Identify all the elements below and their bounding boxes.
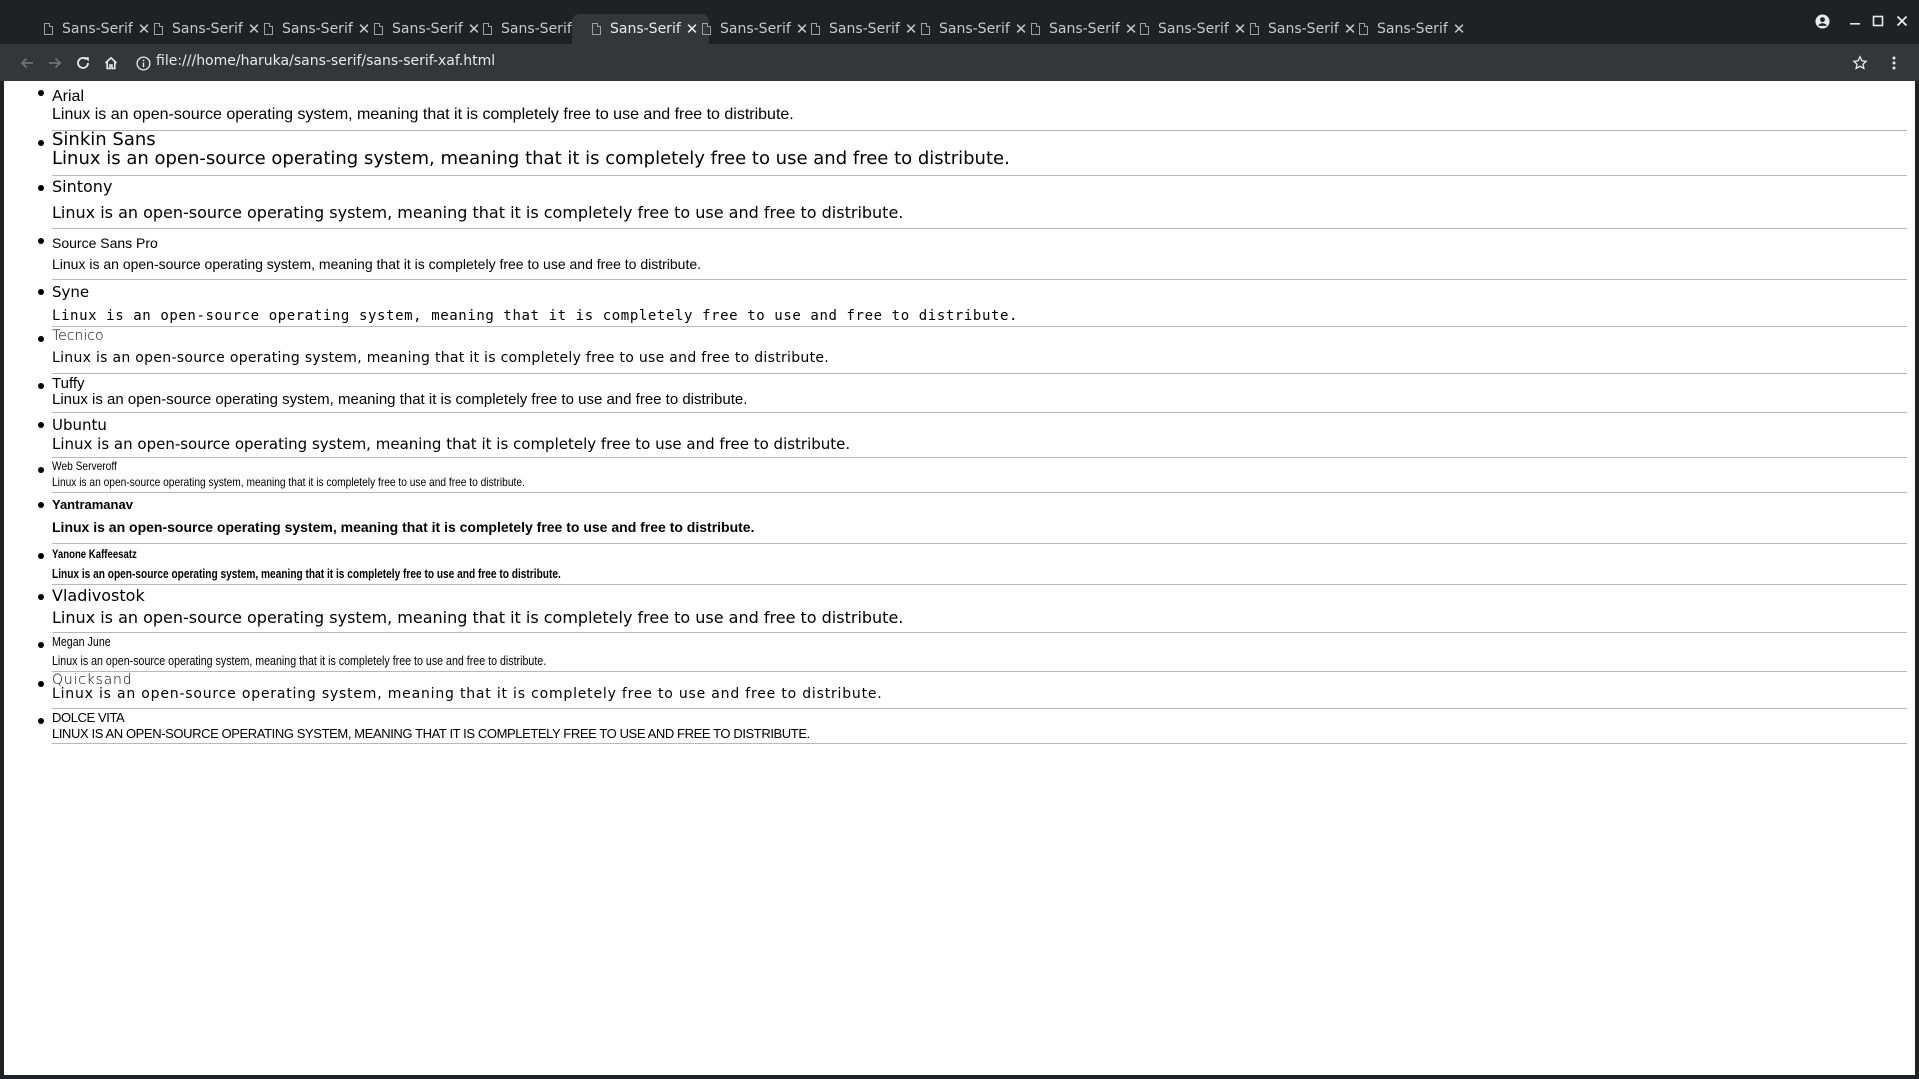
- document-icon: [592, 23, 601, 35]
- font-sample-text: Linux is an open-source operating system…: [52, 350, 830, 366]
- document-icon: [483, 23, 492, 35]
- font-list: Arial Linux is an open-source operating s…: [4, 81, 1915, 744]
- font-list-item: Yanone Kaffeesatz Linux is an open-source…: [38, 544, 1907, 585]
- document-icon: [1140, 23, 1149, 35]
- font-name: Source Sans Pro: [52, 235, 158, 251]
- tab-title: Sans-Serif: [172, 21, 243, 37]
- tab-title: Sans-Serif: [392, 21, 463, 37]
- site-info-button[interactable]: [131, 51, 155, 75]
- font-name: Ubuntu: [52, 416, 107, 434]
- tab-title: Sans-Serif: [1377, 21, 1448, 37]
- font-name: Quicksand: [52, 672, 133, 687]
- back-button[interactable]: [15, 51, 39, 75]
- font-name: Web Serveroff: [52, 459, 117, 473]
- bookmark-star-button[interactable]: [1848, 51, 1872, 75]
- font-list-item: Syne Linux is an open-source operating sy…: [38, 280, 1907, 327]
- font-list-item: Ubuntu Linux is an open-source operating …: [38, 413, 1907, 458]
- star-icon: [1852, 55, 1868, 70]
- document-icon: [1250, 23, 1259, 35]
- tab-title: Sans-Serif: [1268, 21, 1339, 37]
- font-name: Syne: [52, 283, 90, 301]
- font-list-item: Sintony Linux is an open-source operating…: [38, 176, 1907, 229]
- font-name: Arial: [52, 88, 85, 105]
- browser-menu-button[interactable]: [1882, 51, 1906, 75]
- font-list-item: Sinkin Sans Linux is an open-source opera…: [38, 131, 1907, 176]
- document-icon: [44, 23, 53, 35]
- tab-title: Sans-Serif: [501, 21, 572, 37]
- font-list-item: Tecnico Linux is an open-source operating…: [38, 327, 1907, 374]
- tab-title: Sans-Serif: [939, 21, 1010, 37]
- font-list-item: Source Sans Pro Linux is an open-source o…: [38, 229, 1907, 280]
- font-sample-text: Linux is an open-source operating system…: [52, 148, 1010, 169]
- font-list-item: DOLCE VITA LINUX IS AN OPEN-SOURCE OPERAT…: [38, 709, 1907, 744]
- font-sample-text: Linux is an open-source operating system…: [52, 687, 883, 702]
- document-icon: [374, 23, 383, 35]
- font-name: Yanone Kaffeesatz: [52, 547, 137, 561]
- minimize-icon[interactable]: [1845, 11, 1865, 31]
- font-sample-text: Linux is an open-source operating system…: [52, 475, 525, 489]
- address-bar[interactable]: file:///home/haruka/sans-serif/sans-seri…: [156, 53, 495, 69]
- kebab-menu-icon: [1892, 56, 1896, 70]
- font-name: Sinkin Sans: [52, 131, 156, 148]
- font-name: DOLCE VITA: [52, 710, 125, 725]
- font-name: Tuffy: [52, 375, 85, 391]
- document-icon: [1359, 23, 1368, 35]
- forward-button[interactable]: [43, 51, 67, 75]
- reload-icon: [77, 57, 89, 69]
- font-list-item: Arial Linux is an open-source operating s…: [38, 81, 1907, 131]
- document-icon: [264, 23, 273, 35]
- font-sample-text: Linux is an open-source operating system…: [52, 653, 547, 668]
- font-sample-text: Linux is an open-source operating system…: [52, 256, 702, 272]
- font-list-item: Megan June Linux is an open-source operat…: [38, 633, 1907, 672]
- home-button[interactable]: [99, 51, 123, 75]
- font-sample-text: Linux is an open-source operating system…: [52, 435, 851, 453]
- font-sample-text: Linux is an open-source operating system…: [52, 608, 904, 627]
- font-sample-text: Linux is an open-source operating system…: [52, 519, 755, 535]
- font-list-item: Quicksand Linux is an open-source operati…: [38, 672, 1907, 709]
- font-sample-text: Linux is an open-source operating system…: [52, 203, 904, 222]
- tab-title: Sans-Serif: [282, 21, 353, 37]
- font-sample-text: Linux is an open-source operating system…: [52, 106, 794, 123]
- toolbar: file:///home/haruka/sans-serif/sans-seri…: [0, 44, 1919, 81]
- maximize-icon[interactable]: [1868, 11, 1888, 31]
- tab-title: Sans-Serif: [610, 21, 681, 37]
- font-list-item: Tuffy Linux is an open-source operating s…: [38, 374, 1907, 413]
- info-icon: [135, 55, 151, 71]
- font-sample-text: Linux is an open-source operating system…: [52, 391, 748, 408]
- font-name: Sintony: [52, 177, 113, 196]
- font-sample-text: Linux is an open-source operating system…: [52, 308, 1019, 324]
- document-icon: [921, 23, 930, 35]
- document-icon: [154, 23, 163, 35]
- font-name: Yantramanav: [52, 497, 133, 512]
- arrow-left-icon: [20, 57, 33, 69]
- font-list-item: Vladivostok Linux is an open-source opera…: [38, 585, 1907, 633]
- tab-title: Sans-Serif: [1158, 21, 1229, 37]
- font-list-item: Web Serveroff Linux is an open-source ope…: [38, 458, 1907, 493]
- tab-12[interactable]: Sans-Serif ✕: [1339, 14, 1476, 44]
- tab-strip: Sans-Serif ✕ Sans-Serif ✕ Sans-Serif ✕ Sans-Se…: [0, 0, 1919, 44]
- close-window-icon[interactable]: [1892, 11, 1912, 31]
- page-viewport: Arial Linux is an open-source operating s…: [4, 81, 1915, 1075]
- tab-close-icon[interactable]: ✕: [1450, 20, 1468, 38]
- tab-title: Sans-Serif: [1049, 21, 1120, 37]
- font-name: Vladivostok: [52, 586, 145, 605]
- font-name: Tecnico: [52, 328, 104, 344]
- home-icon: [104, 56, 118, 70]
- tab-title: Sans-Serif: [62, 21, 133, 37]
- arrow-right-icon: [49, 57, 62, 69]
- font-sample-text: LINUX IS AN OPEN-SOURCE OPERATING SYSTEM…: [52, 726, 810, 741]
- document-icon: [702, 23, 711, 35]
- font-sample-text: Linux is an open-source operating system…: [52, 566, 561, 581]
- tab-title: Sans-Serif: [829, 21, 900, 37]
- reload-button[interactable]: [71, 51, 95, 75]
- font-list-item: Yantramanav Linux is an open-source opera…: [38, 493, 1907, 544]
- tab-title: Sans-Serif: [720, 21, 791, 37]
- document-icon: [1031, 23, 1040, 35]
- font-name: Megan June: [52, 634, 111, 649]
- document-icon: [811, 23, 820, 35]
- account-icon[interactable]: [1812, 11, 1832, 31]
